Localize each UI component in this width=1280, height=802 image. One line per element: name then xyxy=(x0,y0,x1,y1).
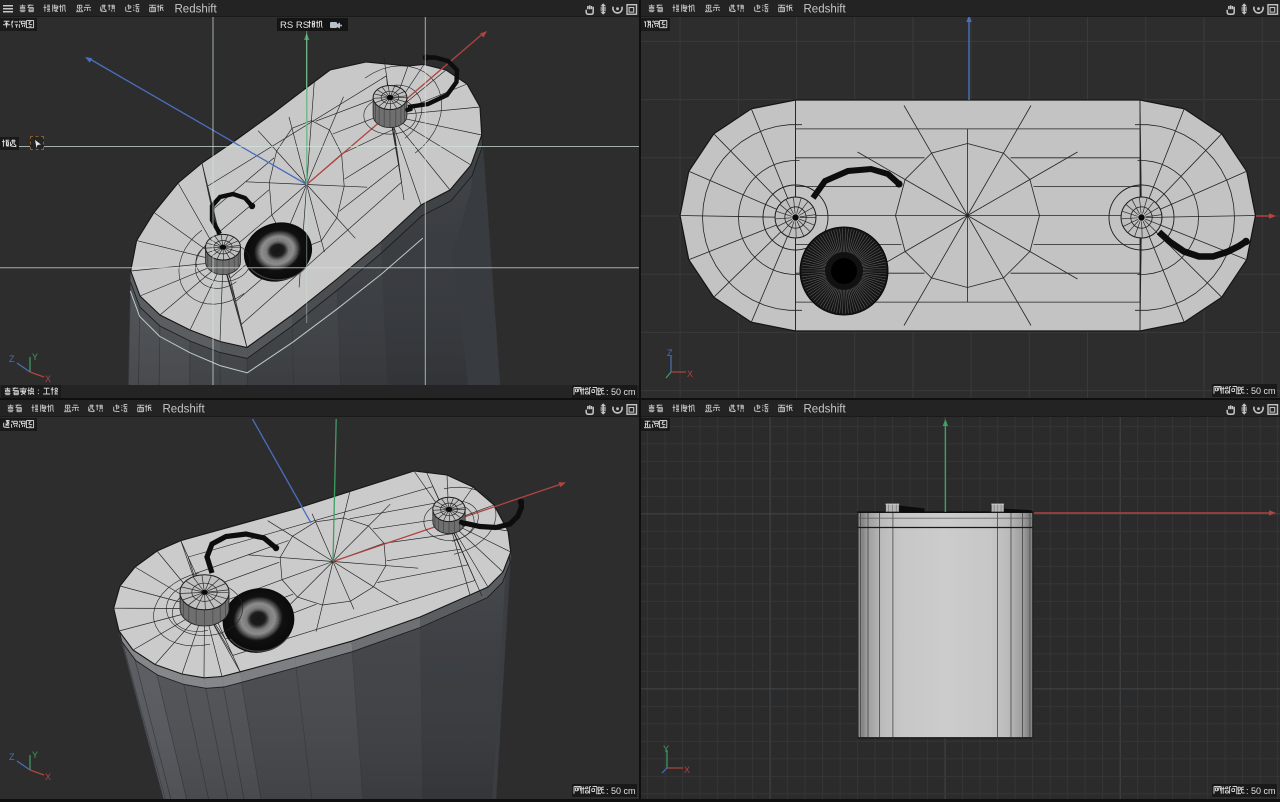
svg-text:Z: Z xyxy=(667,348,673,358)
svg-text:: 50 cm: : 50 cm xyxy=(1246,386,1276,396)
svg-text:Redshift: Redshift xyxy=(804,404,847,416)
svg-text:X: X xyxy=(45,374,51,384)
svg-text:Redshift: Redshift xyxy=(163,404,206,416)
svg-text:Z: Z xyxy=(9,752,15,762)
svg-text:Y: Y xyxy=(32,352,38,362)
svg-text:Y: Y xyxy=(663,744,669,754)
svg-text:Redshift: Redshift xyxy=(804,4,847,16)
svg-text:: 50 cm: : 50 cm xyxy=(1246,786,1276,796)
svg-text:X: X xyxy=(45,772,51,782)
svg-text:X: X xyxy=(687,369,693,379)
svg-text:Y: Y xyxy=(32,750,38,760)
svg-text:: 50 cm: : 50 cm xyxy=(606,786,636,796)
svg-text:: 50 cm: : 50 cm xyxy=(606,387,636,397)
svg-text:Z: Z xyxy=(9,354,15,364)
svg-text:RS RS: RS RS xyxy=(280,20,309,31)
svg-text:Redshift: Redshift xyxy=(175,4,218,16)
svg-text:X: X xyxy=(684,765,690,775)
